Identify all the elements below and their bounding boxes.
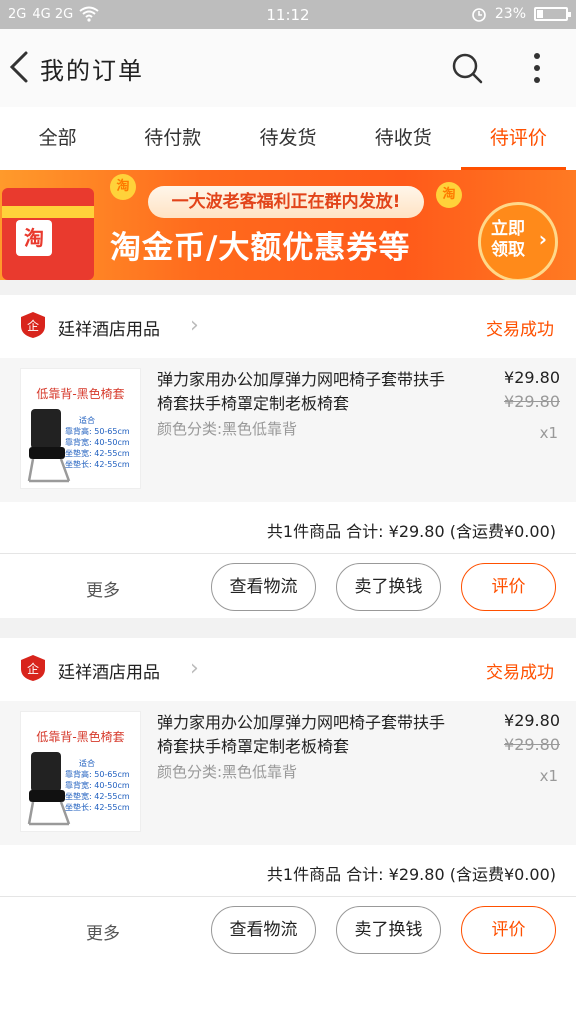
thumb-spec: 靠背宽: 40-50cm bbox=[65, 781, 130, 790]
battery-icon bbox=[534, 7, 571, 21]
tab-pending-receipt[interactable]: 待收货 bbox=[346, 107, 461, 170]
thumb-spec: 坐垫宽: 42-55cm bbox=[65, 792, 130, 801]
order-card: 企 廷祥酒店用品 › 交易成功 低靠背-黑色椅套 适合 靠背高: 50-65cm… bbox=[0, 638, 576, 1024]
product-price: ¥29.80 bbox=[504, 368, 560, 387]
battery-fill bbox=[537, 10, 543, 18]
chevron-right-icon: › bbox=[190, 656, 199, 681]
thumb-spec: 坐垫宽: 42-55cm bbox=[65, 449, 130, 458]
taobao-badge: 淘 bbox=[16, 220, 52, 256]
thumb-spec: 靠背宽: 40-50cm bbox=[65, 438, 130, 447]
svg-text:企: 企 bbox=[27, 318, 39, 333]
original-price: ¥29.80 bbox=[504, 735, 560, 754]
product-price: ¥29.80 bbox=[504, 711, 560, 730]
alarm-icon bbox=[472, 8, 486, 22]
product-spec: 颜色分类:黑色低靠背 bbox=[157, 763, 298, 781]
product-row[interactable]: 低靠背-黑色椅套 适合 靠背高: 50-65cm 靠背宽: 40-50cm 坐垫… bbox=[0, 701, 576, 845]
thumb-specs: 适合 靠背高: 50-65cm 靠背宽: 40-50cm 坐垫宽: 42-55c… bbox=[65, 758, 130, 813]
order-tabs: 全部 待付款 待发货 待收货 待评价 bbox=[0, 107, 576, 170]
order-actions: 更多 查看物流 卖了换钱 评价 bbox=[0, 897, 576, 961]
back-arrow-icon[interactable] bbox=[6, 49, 34, 85]
thumb-fit: 适合 bbox=[79, 759, 95, 768]
coin-icon: 淘 bbox=[110, 174, 136, 200]
resell-button[interactable]: 卖了换钱 bbox=[336, 906, 441, 954]
original-price: ¥29.80 bbox=[504, 392, 560, 411]
review-button[interactable]: 评价 bbox=[461, 563, 556, 611]
order-actions: 更多 查看物流 卖了换钱 评价 bbox=[0, 554, 576, 618]
product-title: 弹力家用办公加厚弹力网吧椅子套带扶手椅套扶手椅罩定制老板椅套 bbox=[157, 713, 446, 756]
thumb-spec: 坐垫长: 42-55cm bbox=[65, 460, 130, 469]
view-logistics-button[interactable]: 查看物流 bbox=[211, 563, 316, 611]
banner-pill-text: 一大波老客福利正在群内发放! bbox=[148, 186, 424, 218]
order-total: 共1件商品 合计: ¥29.80 (含运费¥0.00) bbox=[266, 522, 556, 541]
chevron-right-icon: › bbox=[190, 313, 199, 338]
more-vertical-icon[interactable] bbox=[527, 51, 547, 85]
svg-text:企: 企 bbox=[27, 661, 39, 676]
shop-badge-icon: 企 bbox=[21, 655, 45, 681]
shop-badge-icon: 企 bbox=[21, 312, 45, 338]
tab-pending-shipment[interactable]: 待发货 bbox=[230, 107, 345, 170]
product-row[interactable]: 低靠背-黑色椅套 适合 靠背高: 50-65cm 靠背宽: 40-50cm 坐垫… bbox=[0, 358, 576, 502]
shop-name: 廷祥酒店用品 bbox=[58, 320, 160, 340]
thumb-title: 低靠背-黑色椅套 bbox=[36, 387, 125, 401]
resell-button[interactable]: 卖了换钱 bbox=[336, 563, 441, 611]
shop-name: 廷祥酒店用品 bbox=[58, 663, 160, 683]
app-header: 我的订单 bbox=[0, 29, 576, 107]
search-icon[interactable] bbox=[450, 51, 484, 85]
shop-row[interactable]: 企 廷祥酒店用品 › 交易成功 bbox=[0, 295, 576, 358]
more-link[interactable]: 更多 bbox=[86, 919, 120, 944]
product-thumbnail: 低靠背-黑色椅套 适合 靠背高: 50-65cm 靠背宽: 40-50cm 坐垫… bbox=[20, 711, 141, 832]
order-total: 共1件商品 合计: ¥29.80 (含运费¥0.00) bbox=[266, 865, 556, 884]
coin-icon: 淘 bbox=[436, 182, 462, 208]
chevron-right-icon: › bbox=[538, 227, 547, 251]
view-logistics-button[interactable]: 查看物流 bbox=[211, 906, 316, 954]
product-title: 弹力家用办公加厚弹力网吧椅子套带扶手椅套扶手椅罩定制老板椅套 bbox=[157, 370, 446, 413]
battery-percent: 23% bbox=[494, 6, 526, 22]
product-quantity: x1 bbox=[539, 767, 558, 785]
thumb-spec: 靠背高: 50-65cm bbox=[65, 427, 130, 436]
status-right: 23% bbox=[471, 6, 571, 22]
product-thumbnail: 低靠背-黑色椅套 适合 靠背高: 50-65cm 靠背宽: 40-50cm 坐垫… bbox=[20, 368, 141, 489]
thumb-specs: 适合 靠背高: 50-65cm 靠背宽: 40-50cm 坐垫宽: 42-55c… bbox=[65, 415, 130, 470]
order-summary: 共1件商品 合计: ¥29.80 (含运费¥0.00) bbox=[0, 502, 576, 554]
tab-pending-payment[interactable]: 待付款 bbox=[115, 107, 230, 170]
status-bar: 2G 4G 2G 11:12 23% bbox=[0, 0, 576, 29]
tab-all[interactable]: 全部 bbox=[0, 107, 115, 170]
more-link[interactable]: 更多 bbox=[86, 576, 120, 601]
shop-row[interactable]: 企 廷祥酒店用品 › 交易成功 bbox=[0, 638, 576, 701]
thumb-fit: 适合 bbox=[79, 416, 95, 425]
product-quantity: x1 bbox=[539, 424, 558, 442]
banner-headline: 淘金币/大额优惠券等 bbox=[110, 230, 411, 266]
product-spec: 颜色分类:黑色低靠背 bbox=[157, 420, 298, 438]
order-status: 交易成功 bbox=[486, 663, 554, 683]
banner-cta-button[interactable]: 立即 领取 › bbox=[478, 202, 558, 280]
thumb-title: 低靠背-黑色椅套 bbox=[36, 730, 125, 744]
page-title: 我的订单 bbox=[40, 57, 144, 85]
promo-banner[interactable]: 淘 淘 淘 一大波老客福利正在群内发放! 淘金币/大额优惠券等 立即 领取 › bbox=[0, 170, 576, 280]
order-card: 企 廷祥酒店用品 › 交易成功 低靠背-黑色椅套 适合 靠背高: 50-65cm… bbox=[0, 295, 576, 618]
thumb-spec: 靠背高: 50-65cm bbox=[65, 770, 130, 779]
order-status: 交易成功 bbox=[486, 320, 554, 340]
review-button[interactable]: 评价 bbox=[461, 906, 556, 954]
thumb-spec: 坐垫长: 42-55cm bbox=[65, 803, 130, 812]
tab-pending-review[interactable]: 待评价 bbox=[460, 107, 576, 170]
order-summary: 共1件商品 合计: ¥29.80 (含运费¥0.00) bbox=[0, 845, 576, 897]
